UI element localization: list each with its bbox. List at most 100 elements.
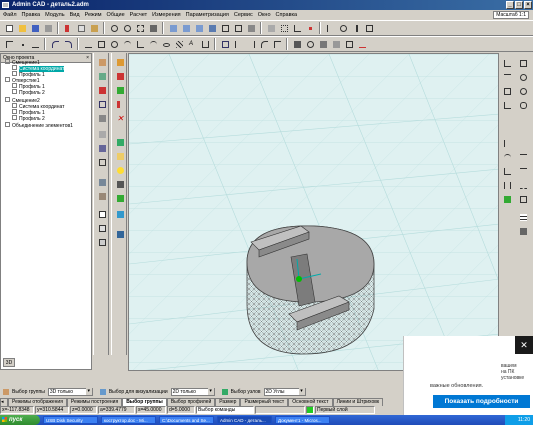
- view-box-icon[interactable]: [219, 22, 231, 34]
- group-select-combo[interactable]: 3D только: [47, 387, 93, 396]
- extrude-icon[interactable]: [291, 38, 303, 50]
- taskbar-item-word-doc[interactable]: Документ1 - Micros...: [275, 416, 330, 424]
- quadrant-snap-icon[interactable]: [517, 99, 529, 111]
- solid-icon[interactable]: [96, 112, 108, 124]
- mirror-icon[interactable]: [324, 22, 336, 34]
- zoom-scale-field[interactable]: Масштаб 1:1: [493, 11, 529, 19]
- tab-group-select[interactable]: Выбор группы: [122, 398, 167, 406]
- layer-icon[interactable]: [265, 22, 277, 34]
- camera-icon[interactable]: [114, 178, 126, 190]
- revolve-icon[interactable]: [304, 38, 316, 50]
- arc-tool-icon[interactable]: [501, 151, 513, 163]
- view-3d-button[interactable]: 3D: [3, 358, 15, 367]
- angle-icon[interactable]: [501, 165, 513, 177]
- cut-extrude-icon[interactable]: [114, 98, 126, 110]
- drawing-icon[interactable]: [96, 208, 108, 220]
- info-icon[interactable]: [114, 228, 126, 240]
- trim-icon[interactable]: [232, 38, 244, 50]
- maximize-button[interactable]: □: [515, 1, 523, 9]
- extend-icon[interactable]: [245, 38, 257, 50]
- measure-icon[interactable]: [29, 38, 41, 50]
- tab-dimension-text[interactable]: Размерный текст: [240, 398, 289, 406]
- wireframe-icon[interactable]: [232, 22, 244, 34]
- menu-parametrization[interactable]: Параметризация: [186, 12, 229, 18]
- sketch-icon[interactable]: [96, 56, 108, 68]
- tab-dimension[interactable]: Размер: [215, 398, 241, 406]
- shell-icon[interactable]: [96, 156, 108, 168]
- end-snap-icon[interactable]: [517, 57, 529, 69]
- point-icon[interactable]: [16, 38, 28, 50]
- loft-icon[interactable]: [330, 38, 342, 50]
- feature-icon[interactable]: [96, 128, 108, 140]
- taskbar-item-usb-security[interactable]: USB Disk Security: [43, 416, 98, 424]
- tree-node-profile2[interactable]: Профиль 2: [12, 89, 45, 96]
- assembly-icon[interactable]: [96, 176, 108, 188]
- pattern-icon[interactable]: [96, 142, 108, 154]
- polyline-icon[interactable]: [134, 38, 146, 50]
- fillet-icon[interactable]: [258, 38, 270, 50]
- chamfer-icon[interactable]: [271, 38, 283, 50]
- perp-snap-icon[interactable]: [501, 99, 513, 111]
- sheet-icon[interactable]: [96, 222, 108, 234]
- move-icon[interactable]: [350, 22, 362, 34]
- render-icon[interactable]: [114, 192, 126, 204]
- constraint-icon[interactable]: [96, 84, 108, 96]
- ellipse-icon[interactable]: [160, 38, 172, 50]
- join-icon[interactable]: [517, 193, 529, 205]
- menu-mode[interactable]: Режим: [85, 12, 102, 18]
- menu-view[interactable]: Вид: [70, 12, 80, 18]
- tab-build-modes[interactable]: Режимы построения: [66, 398, 123, 406]
- export-icon[interactable]: [114, 208, 126, 220]
- save-icon[interactable]: [29, 22, 41, 34]
- view-side-icon[interactable]: [193, 22, 205, 34]
- material-icon[interactable]: [114, 150, 126, 162]
- menu-edit[interactable]: Правка: [22, 12, 41, 18]
- tree-node-profile2b[interactable]: Профиль 2: [12, 115, 45, 122]
- offset-icon[interactable]: [219, 38, 231, 50]
- flag-icon[interactable]: [501, 193, 513, 205]
- ray-icon[interactable]: [517, 151, 529, 163]
- ortho-icon[interactable]: [291, 22, 303, 34]
- nodes-select-combo[interactable]: 2D Углы: [263, 387, 306, 396]
- table-icon[interactable]: [517, 211, 529, 223]
- copy-icon[interactable]: [75, 22, 87, 34]
- circle-icon[interactable]: [108, 38, 120, 50]
- select-arrow-icon[interactable]: [3, 38, 15, 50]
- dimension-icon[interactable]: [199, 38, 211, 50]
- base-icon[interactable]: [114, 70, 126, 82]
- sweep-icon[interactable]: [317, 38, 329, 50]
- boolean-icon[interactable]: [343, 38, 355, 50]
- spline-icon[interactable]: [147, 38, 159, 50]
- menu-help[interactable]: Справка: [276, 12, 298, 18]
- menu-general[interactable]: Общие: [107, 12, 125, 18]
- paste-icon[interactable]: [88, 22, 100, 34]
- notification-close-button[interactable]: ✕: [515, 336, 533, 354]
- intersect-snap-icon[interactable]: [501, 85, 513, 97]
- point-snap-icon[interactable]: [501, 57, 513, 69]
- tab-main-text[interactable]: Основной текст: [288, 398, 333, 406]
- parallel-icon[interactable]: [501, 179, 513, 191]
- delete-icon[interactable]: ✕: [114, 112, 126, 124]
- scale-icon[interactable]: [363, 22, 375, 34]
- zoom-window-icon[interactable]: [134, 22, 146, 34]
- tab-profile-select[interactable]: Выбор профилей: [166, 398, 216, 406]
- view-front-icon[interactable]: [167, 22, 179, 34]
- redo-icon[interactable]: [62, 38, 74, 50]
- zoom-in-icon[interactable]: [108, 22, 120, 34]
- tab-display-modes[interactable]: Режимы отображения: [8, 398, 67, 406]
- insert-icon[interactable]: [114, 56, 126, 68]
- undo-icon[interactable]: [49, 38, 61, 50]
- symbol-icon[interactable]: [517, 225, 529, 237]
- zoom-out-icon[interactable]: [121, 22, 133, 34]
- menu-module[interactable]: Модуль: [45, 12, 65, 18]
- rotate-icon[interactable]: [337, 22, 349, 34]
- tabs-scroll-left-icon[interactable]: ◂: [0, 398, 8, 406]
- line-icon[interactable]: [82, 38, 94, 50]
- paint-icon[interactable]: [114, 136, 126, 148]
- close-panel-icon[interactable]: ×: [86, 54, 89, 62]
- xline-icon[interactable]: [517, 165, 529, 177]
- tangent-snap-icon[interactable]: [517, 85, 529, 97]
- new-file-icon[interactable]: [3, 22, 15, 34]
- visual-select-combo[interactable]: 2D только: [170, 387, 215, 396]
- profile-icon[interactable]: [96, 98, 108, 110]
